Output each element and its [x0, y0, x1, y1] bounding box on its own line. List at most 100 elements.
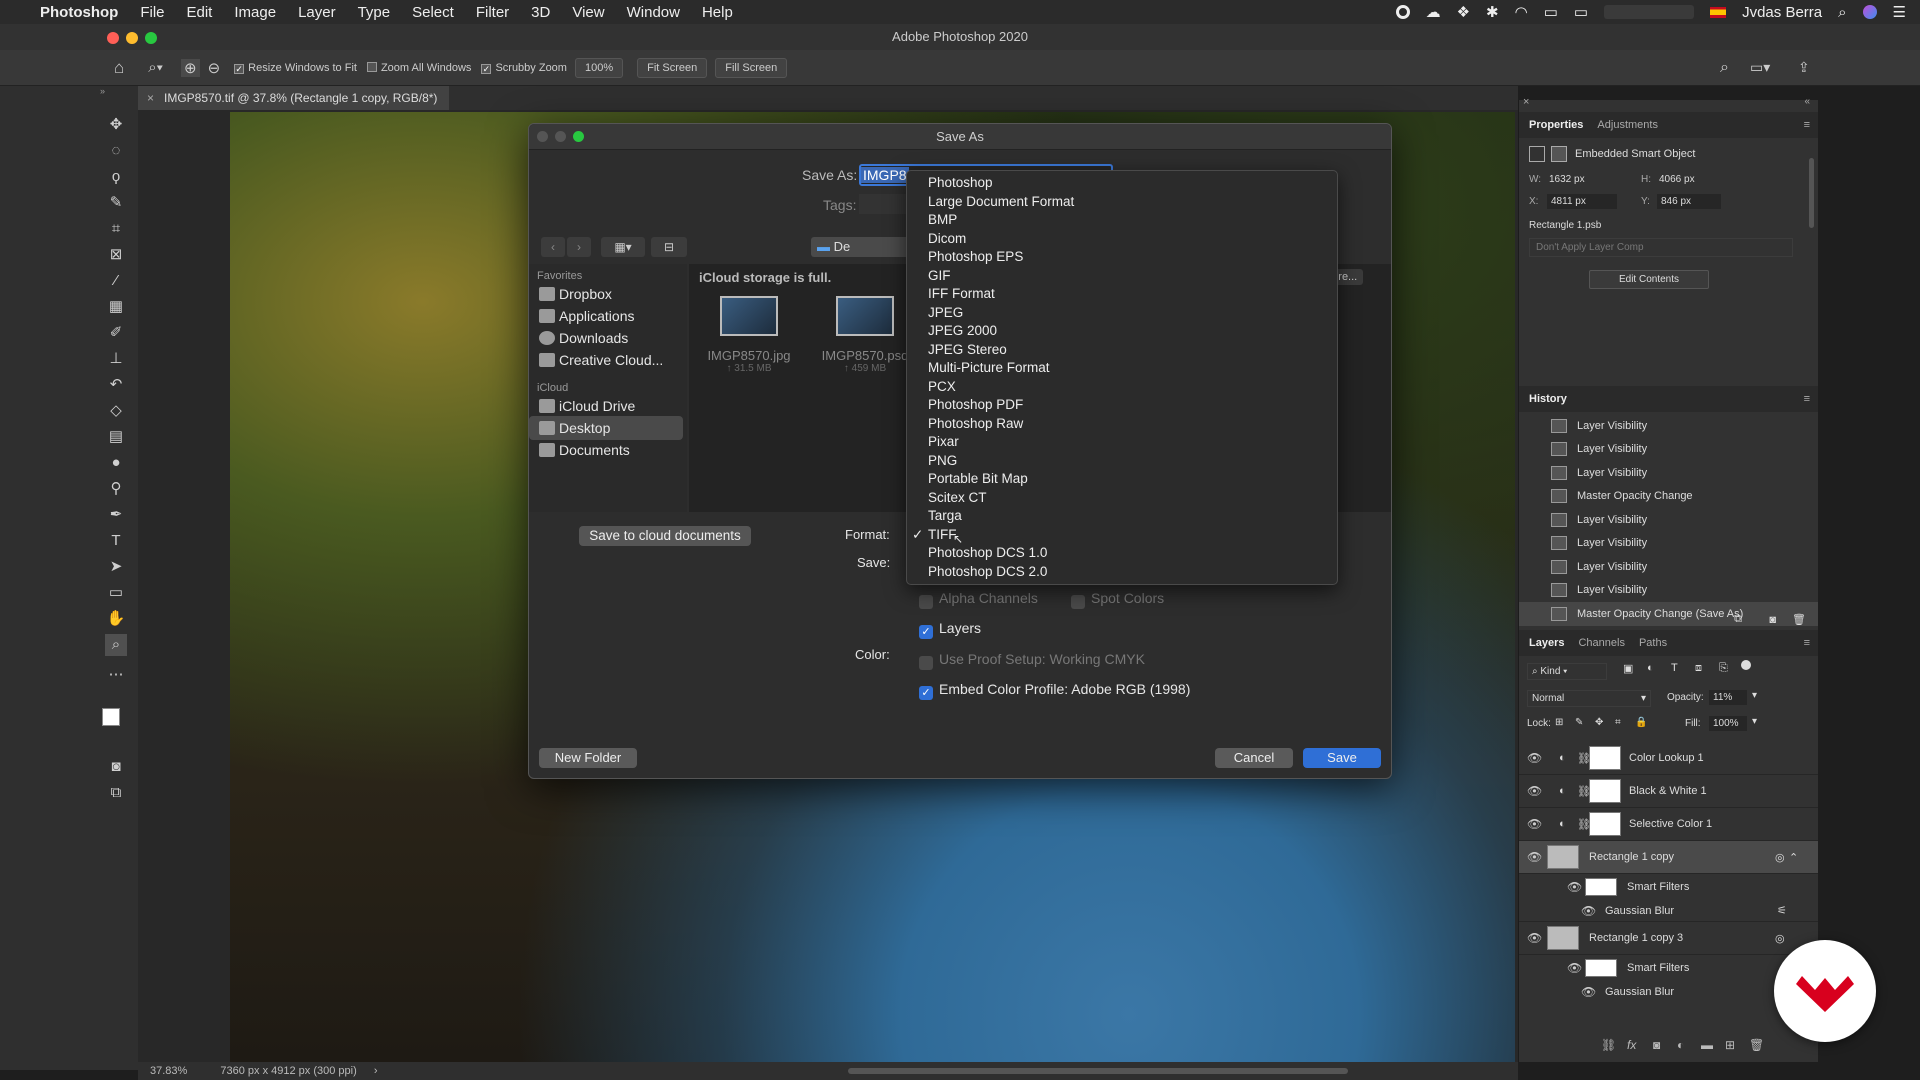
resize-windows-option[interactable]: ✓ Resize Windows to Fit [234, 62, 357, 74]
layer-style-icon[interactable]: fx [1627, 1038, 1636, 1052]
panel-menu-icon[interactable]: ≡ [1804, 393, 1810, 405]
filter-options-icon[interactable]: ⚟ [1777, 904, 1787, 917]
status-zoom[interactable]: 37.83% [150, 1065, 187, 1077]
siri-icon[interactable] [1862, 5, 1877, 19]
path-selection-tool-icon[interactable]: ➤ [105, 556, 127, 578]
fit-screen-button[interactable]: Fit Screen [637, 57, 708, 78]
workspace-icon[interactable]: ▭▾ [1750, 59, 1770, 76]
zoom-in-icon[interactable]: ⊕ [180, 58, 200, 77]
smart-object-thumbnail[interactable] [1547, 845, 1579, 869]
format-option[interactable]: Portable Bit Map [907, 470, 1337, 489]
smart-object-thumbnail[interactable] [1547, 926, 1579, 950]
foreground-color-swatch[interactable] [102, 708, 120, 726]
new-folder-icon[interactable]: ⊟ [651, 237, 687, 257]
filter-mask-thumbnail[interactable] [1585, 959, 1617, 977]
zoom-tool-icon[interactable]: ⌕ [105, 634, 127, 656]
tab-channels[interactable]: Channels [1578, 637, 1624, 649]
lasso-tool-icon[interactable]: ϙ [105, 166, 127, 188]
menu-select[interactable]: Select [412, 4, 454, 21]
file-item[interactable]: IMGP8570.jpg ↑ 31.5 MB [699, 296, 799, 374]
new-document-from-state-icon[interactable]: ⧉ [1734, 613, 1742, 626]
sidebar-item-creative-cloud[interactable]: Creative Cloud... [529, 348, 669, 372]
format-option[interactable]: PCX [907, 378, 1337, 397]
format-option-selected[interactable]: ✓ TIFF ↖ [907, 526, 1337, 546]
format-option[interactable]: GIF [907, 267, 1337, 286]
collapse-toolbar-icon[interactable]: » [100, 86, 105, 96]
frame-tool-icon[interactable]: ⊠ [105, 244, 127, 266]
tab-paths[interactable]: Paths [1639, 637, 1667, 649]
healing-brush-tool-icon[interactable]: ▦ [105, 296, 127, 318]
fill-value[interactable]: 100% [1709, 716, 1747, 731]
blur-tool-icon[interactable]: ● [105, 452, 127, 474]
menu-file[interactable]: File [140, 4, 164, 21]
visibility-eye-icon[interactable]: 👁 [1581, 904, 1596, 918]
history-title[interactable]: History [1529, 393, 1567, 405]
cancel-button[interactable]: Cancel [1215, 748, 1293, 768]
format-option[interactable]: JPEG 2000 [907, 322, 1337, 341]
menu-image[interactable]: Image [234, 4, 276, 21]
pen-tool-icon[interactable]: ✒ [105, 504, 127, 526]
visibility-eye-icon[interactable]: 👁 [1527, 817, 1542, 831]
menu-app-photoshop[interactable]: Photoshop [40, 4, 118, 21]
layer-row[interactable]: 👁 ◐ ⛓ Selective Color 1 [1519, 808, 1818, 841]
flag-icon[interactable] [1710, 6, 1727, 18]
tab-layers[interactable]: Layers [1529, 637, 1564, 649]
menu-help[interactable]: Help [702, 4, 733, 21]
search-icon[interactable]: ⌕ [1720, 59, 1729, 77]
visibility-eye-icon[interactable]: 👁 [1527, 931, 1542, 945]
filter-smart-object-icon[interactable]: ⎘ [1719, 662, 1728, 675]
layer-row-selected[interactable]: 👁 Rectangle 1 copy ◎ ⌃ [1519, 841, 1818, 874]
h-value[interactable]: 4066 px [1659, 174, 1695, 185]
zoom-all-windows-option[interactable]: Zoom All Windows [366, 61, 471, 74]
w-value[interactable]: 1632 px [1549, 174, 1585, 185]
sidebar-item-desktop[interactable]: Desktop [529, 416, 683, 440]
close-tab-icon[interactable]: × [147, 86, 154, 110]
dodge-tool-icon[interactable]: ⚲ [105, 478, 127, 500]
zoom-window-button[interactable] [145, 32, 157, 44]
format-option[interactable]: JPEG Stereo [907, 341, 1337, 360]
format-option[interactable]: Photoshop EPS [907, 248, 1337, 267]
menu-3d[interactable]: 3D [531, 4, 550, 21]
share-icon[interactable]: ⇪ [1798, 59, 1810, 76]
eraser-tool-icon[interactable]: ◇ [105, 400, 127, 422]
link-layers-icon[interactable]: ⛓ [1601, 1038, 1616, 1052]
collapse-panels-icon[interactable]: « [1804, 96, 1810, 107]
quick-selection-tool-icon[interactable]: ✎ [105, 192, 127, 214]
sidebar-item-dropbox[interactable]: Dropbox [529, 282, 669, 306]
save-to-cloud-button[interactable]: Save to cloud documents [579, 526, 751, 546]
menu-layer[interactable]: Layer [298, 4, 336, 21]
view-mode-button[interactable]: ▦▾ [601, 237, 645, 257]
visibility-eye-icon[interactable]: 👁 [1527, 751, 1542, 765]
filter-shape-icon[interactable]: ⧈ [1695, 662, 1702, 675]
visibility-eye-icon[interactable]: 👁 [1567, 880, 1582, 894]
save-button[interactable]: Save [1303, 748, 1381, 768]
lock-image-icon[interactable]: ✎ [1575, 717, 1583, 728]
creative-cloud-icon[interactable]: ☁ [1426, 3, 1441, 21]
x-value[interactable]: 4811 px [1547, 194, 1617, 209]
user-name[interactable]: Jvdas Berra [1742, 4, 1822, 21]
layers-option[interactable]: ✓ Layers [919, 620, 981, 639]
visibility-eye-icon[interactable]: 👁 [1527, 784, 1542, 798]
history-item[interactable]: Layer Visibility [1519, 438, 1818, 462]
history-item[interactable]: Layer Visibility [1519, 555, 1818, 579]
add-mask-icon[interactable]: ◙ [1653, 1038, 1660, 1052]
layer-mask-thumbnail[interactable] [1589, 779, 1621, 803]
menu-type[interactable]: Type [358, 4, 391, 21]
lock-all-icon[interactable]: 🔒 [1635, 717, 1647, 728]
visibility-eye-icon[interactable]: 👁 [1567, 961, 1582, 975]
wifi-icon[interactable]: ◠ [1515, 3, 1528, 21]
visibility-eye-icon[interactable]: 👁 [1527, 850, 1542, 864]
history-item[interactable]: Layer Visibility [1519, 579, 1818, 603]
delete-layer-icon[interactable]: 🗑 [1749, 1038, 1764, 1052]
format-option[interactable]: Photoshop Raw [907, 415, 1337, 434]
notification-center-icon[interactable]: ☰ [1893, 3, 1906, 21]
type-tool-icon[interactable]: T [105, 530, 127, 552]
format-option[interactable]: IFF Format [907, 285, 1337, 304]
quick-mask-icon[interactable]: ◙ [105, 756, 127, 778]
back-button[interactable]: ‹ [541, 237, 565, 257]
panel-menu-icon[interactable]: ≡ [1804, 119, 1810, 131]
sidebar-item-downloads[interactable]: Downloads [529, 326, 669, 350]
battery-icon[interactable]: ▭ [1574, 3, 1588, 21]
bluetooth-icon[interactable]: ✱ [1486, 3, 1499, 21]
new-layer-icon[interactable]: ⊞ [1725, 1038, 1735, 1052]
